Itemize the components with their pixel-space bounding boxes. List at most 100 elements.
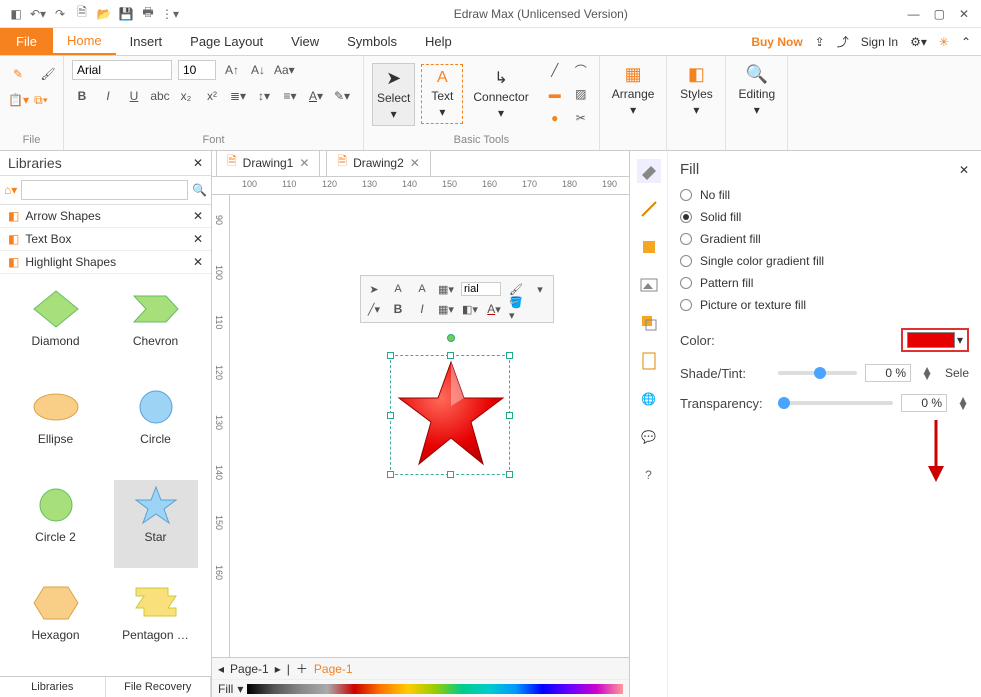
mini-font-grow-icon[interactable]: A — [389, 280, 407, 298]
shape-star[interactable]: Star — [114, 480, 198, 568]
shade-value[interactable]: 0 % — [865, 364, 911, 382]
bullets-icon[interactable]: ≣▾ — [228, 86, 248, 106]
mini-more-icon[interactable]: ▾ — [531, 280, 549, 298]
shape-chevron[interactable]: Chevron — [114, 284, 198, 372]
font-color-icon[interactable]: A▾ — [306, 86, 326, 106]
picture-tab-icon[interactable] — [637, 273, 661, 297]
logo-icon[interactable]: ✳ — [939, 35, 949, 49]
shape-ellipse[interactable]: Ellipse — [14, 382, 98, 470]
shrink-font-icon[interactable]: A↓ — [248, 60, 268, 80]
print-icon[interactable]: 🖶 — [140, 6, 156, 22]
search-icon[interactable]: 🔍 — [192, 183, 207, 197]
close-fill-panel-icon[interactable]: ✕ — [959, 163, 969, 177]
text-tool[interactable]: A Text▾ — [421, 64, 463, 124]
mini-theme-icon[interactable]: ▦▾ — [437, 300, 455, 318]
menu-insert[interactable]: Insert — [116, 28, 177, 55]
page-tab-icon[interactable] — [637, 349, 661, 373]
transparency-value[interactable]: 0 % — [901, 394, 947, 412]
export-icon[interactable]: ⇪ — [815, 35, 825, 49]
circle-tool-icon[interactable]: ● — [545, 108, 565, 128]
page-tab-1b[interactable]: Page-1 — [314, 662, 353, 676]
buy-now-link[interactable]: Buy Now — [751, 35, 802, 49]
add-page-icon[interactable]: ＋ — [296, 660, 308, 677]
mini-line-icon[interactable]: ╱▾ — [365, 300, 383, 318]
resize-handle-se[interactable] — [506, 471, 513, 478]
shape-circle2[interactable]: Circle 2 — [14, 480, 98, 568]
resize-handle-ne[interactable] — [506, 352, 513, 359]
mini-italic-icon[interactable]: I — [413, 300, 431, 318]
align-icon[interactable]: ≡▾ — [280, 86, 300, 106]
color-strip[interactable] — [247, 684, 623, 694]
font-size-select[interactable] — [178, 60, 216, 80]
bold-icon[interactable]: B — [72, 86, 92, 106]
font-name-select[interactable] — [72, 60, 172, 80]
collapse-ribbon-icon[interactable]: ⌃ — [961, 35, 971, 49]
mini-select-icon[interactable]: ➤ — [365, 280, 383, 298]
globe-tab-icon[interactable]: 🌐 — [637, 387, 661, 411]
hatch-tool-icon[interactable]: ▨ — [571, 84, 591, 104]
menu-home[interactable]: Home — [53, 28, 116, 55]
shape-diamond[interactable]: Diamond — [14, 284, 98, 372]
shape-pentagon[interactable]: Pentagon … — [114, 578, 198, 666]
options-icon[interactable]: ⋮▾ — [162, 6, 178, 22]
drawing-tab-1[interactable]: 🗎Drawing1✕ — [216, 151, 320, 176]
file-recovery-tab[interactable]: File Recovery — [106, 677, 212, 697]
shape-circle[interactable]: Circle — [114, 382, 198, 470]
drawing-tab-2[interactable]: 🗎Drawing2✕ — [326, 151, 430, 176]
layer-tab-icon[interactable] — [637, 311, 661, 335]
editing-button[interactable]: 🔍 Editing▾ — [734, 60, 779, 121]
crop-tool-icon[interactable]: ✂ — [571, 108, 591, 128]
line-spacing-icon[interactable]: ↕▾ — [254, 86, 274, 106]
fill-opt-solid[interactable]: Solid fill — [680, 210, 969, 224]
highlight-icon[interactable]: ✎▾ — [332, 86, 352, 106]
resize-handle-e[interactable] — [506, 412, 513, 419]
libraries-tab[interactable]: Libraries — [0, 677, 106, 697]
line-tool-icon[interactable]: ╱ — [545, 60, 565, 80]
resize-handle-w[interactable] — [387, 412, 394, 419]
library-category-highlight[interactable]: ◧Highlight Shapes✕ — [0, 251, 211, 274]
minimize-button[interactable]: — — [908, 7, 920, 21]
library-category-arrow[interactable]: ◧Arrow Shapes✕ — [0, 205, 211, 228]
underline-icon[interactable]: U — [124, 86, 144, 106]
redo-icon[interactable]: ↷ — [52, 6, 68, 22]
strike-icon[interactable]: abc — [150, 86, 170, 106]
color-picker[interactable]: ▾ — [901, 328, 969, 352]
close-button[interactable]: ✕ — [959, 7, 969, 21]
page-tab-1a[interactable]: Page-1 — [230, 662, 269, 676]
resize-handle-nw[interactable] — [387, 352, 394, 359]
rect-tool-icon[interactable]: ▬ — [545, 84, 565, 104]
comment-tab-icon[interactable]: 💬 — [637, 425, 661, 449]
library-search-input[interactable] — [21, 180, 188, 200]
rotate-handle[interactable] — [447, 334, 455, 342]
mini-fill-icon[interactable]: ▦▾ — [437, 280, 455, 298]
case-icon[interactable]: Aa▾ — [274, 60, 295, 80]
resize-handle-sw[interactable] — [387, 471, 394, 478]
grow-font-icon[interactable]: A↑ — [222, 60, 242, 80]
fill-dropdown-icon[interactable]: ▾ — [237, 682, 243, 696]
menu-view[interactable]: View — [277, 28, 333, 55]
paint-format-icon[interactable]: 🖌 — [38, 64, 58, 84]
selected-star-shape[interactable] — [390, 355, 510, 475]
fill-opt-picture[interactable]: Picture or texture fill — [680, 298, 969, 312]
connector-tool[interactable]: ↳ Connector▾ — [469, 64, 532, 124]
close-libraries-icon[interactable]: ✕ — [193, 156, 203, 170]
line-tab-icon[interactable] — [637, 197, 661, 221]
file-menu[interactable]: File — [0, 28, 53, 55]
resize-handle-n[interactable] — [447, 352, 454, 359]
brush-icon[interactable]: ✎ — [8, 64, 28, 84]
fill-tab-icon[interactable] — [637, 159, 661, 183]
paste-icon[interactable]: 📋▾ — [8, 90, 29, 110]
page-nav-next[interactable]: ▸ — [275, 662, 281, 676]
mini-bucket-icon[interactable]: 🪣▾ — [509, 300, 527, 318]
mini-font-color-icon[interactable]: A▾ — [485, 300, 503, 318]
page-nav-prev[interactable]: ◂ — [218, 662, 224, 676]
mini-shadow-icon[interactable]: ◧▾ — [461, 300, 479, 318]
maximize-button[interactable]: ▢ — [934, 7, 945, 21]
subscript-icon[interactable]: x₂ — [176, 86, 196, 106]
fill-opt-single-gradient[interactable]: Single color gradient fill — [680, 254, 969, 268]
library-category-textbox[interactable]: ◧Text Box✕ — [0, 228, 211, 251]
shade-slider[interactable] — [778, 371, 857, 375]
mini-font-field[interactable] — [461, 282, 501, 296]
resize-handle-s[interactable] — [447, 471, 454, 478]
sign-in-link[interactable]: Sign In — [861, 35, 898, 49]
